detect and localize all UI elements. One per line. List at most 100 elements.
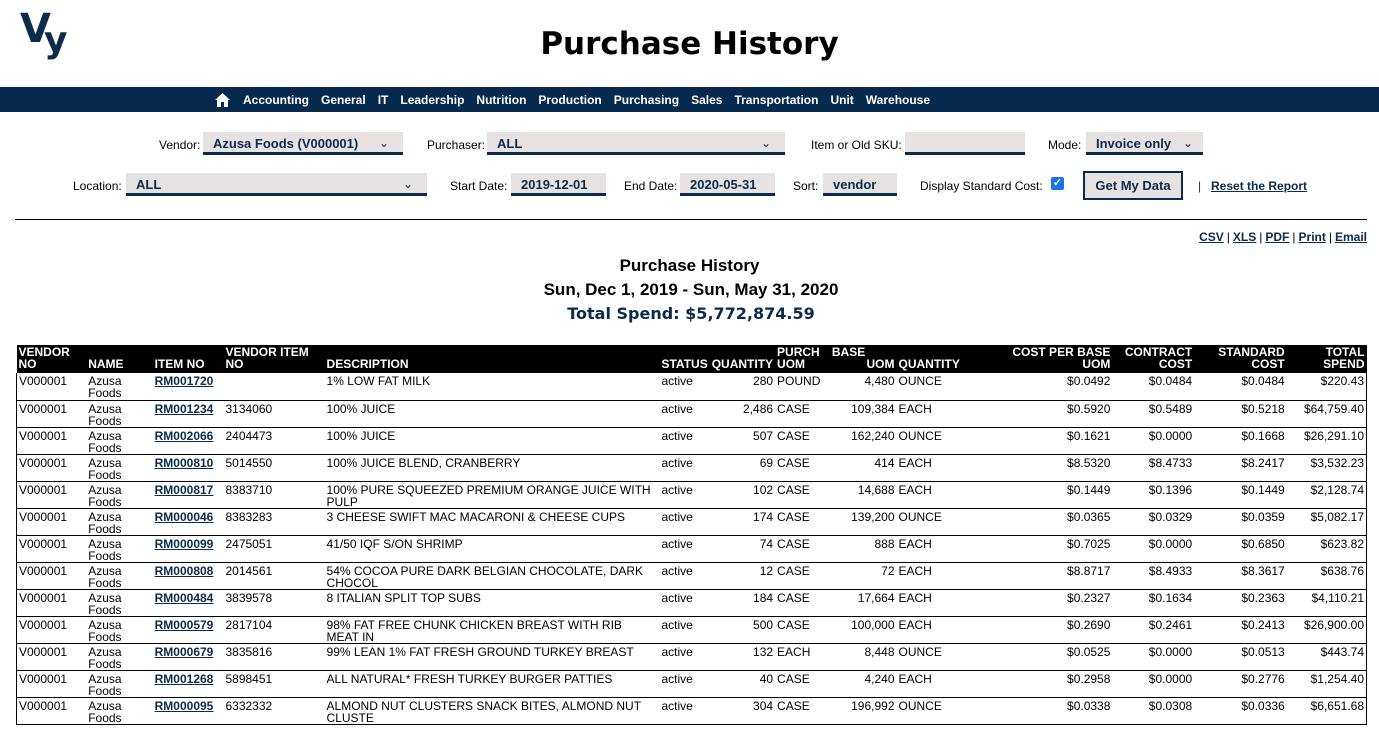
cell-purch-uom: CASE (775, 535, 830, 563)
export-email-link[interactable]: Email (1335, 230, 1367, 244)
cell-vendor-no: V000001 (16, 589, 87, 617)
separator: | (1292, 230, 1296, 244)
purchase-history-table: VENDOR NO NAME ITEM NO VENDOR ITEM NO DESCRIPT… (16, 345, 1367, 725)
item-link[interactable]: RM000808 (155, 564, 214, 578)
item-link[interactable]: RM001268 (155, 672, 214, 686)
nav-item-transportation[interactable]: Transportation (734, 93, 818, 107)
home-icon[interactable] (214, 92, 231, 108)
cell-base-uom: 162,240 (829, 427, 897, 455)
nav-item-nutrition[interactable]: Nutrition (476, 93, 526, 107)
cell-total-spend: $4,110.21 (1286, 589, 1367, 617)
item-link[interactable]: RM000579 (155, 618, 214, 632)
cell-item-no: RM000095 (152, 697, 224, 725)
table-row: V000001 Azusa Foods RM000810 5014550 100% JU… (16, 454, 1367, 482)
cell-item-no: RM000484 (152, 589, 224, 617)
cell-vendor-item-no: 5898451 (223, 670, 325, 698)
cell-base-uom: 72 (829, 562, 897, 590)
nav-item-general[interactable]: General (321, 93, 366, 107)
vendor-select[interactable]: Azusa Foods (V000001) ⌄ (203, 132, 403, 155)
cell-quantity: 184 (709, 589, 776, 617)
cell-description: 100% JUICE (324, 427, 660, 455)
cell-cost-per-base-uom: $8.5320 (1005, 454, 1113, 482)
nav-item-production[interactable]: Production (538, 93, 601, 107)
start-date-input[interactable]: 2019-12-01 (511, 173, 606, 196)
cell-base-quantity: EACH (896, 616, 1006, 644)
end-date-input[interactable]: 2020-05-31 (680, 173, 775, 196)
cell-total-spend: $443.74 (1286, 643, 1367, 671)
export-print-link[interactable]: Print (1299, 230, 1326, 244)
item-link[interactable]: RM002066 (155, 429, 214, 443)
reset-report-link[interactable]: Reset the Report (1211, 179, 1307, 193)
item-link[interactable]: RM000817 (155, 483, 214, 497)
table-row: V000001 Azusa Foods RM002066 2404473 100% JU… (16, 427, 1367, 455)
column-header-line2: QUANTITY (711, 357, 774, 371)
cell-description: 3 CHEESE SWIFT MAC MACARONI & CHEESE CUP… (324, 508, 660, 536)
cell-description: 54% COCOA PURE DARK BELGIAN CHOCOLATE, D… (324, 562, 660, 590)
cell-quantity: 507 (709, 427, 776, 455)
item-link[interactable]: RM000484 (155, 591, 214, 605)
item-link[interactable]: RM000099 (155, 537, 214, 551)
end-date-value: 2020-05-31 (690, 177, 757, 192)
nav-item-unit[interactable]: Unit (830, 93, 853, 107)
item-link[interactable]: RM001234 (155, 402, 214, 416)
std-cost-checkbox[interactable]: ✓ (1051, 177, 1064, 190)
cell-cost-per-base-uom: $8.8717 (1005, 562, 1113, 590)
cell-quantity: 132 (709, 643, 776, 671)
location-select-value: ALL (136, 177, 162, 192)
cell-contract-cost: $0.0484 (1112, 373, 1195, 401)
cell-base-quantity: OUNCE (896, 643, 1006, 671)
nav-item-purchasing[interactable]: Purchasing (614, 93, 679, 107)
purchaser-select[interactable]: ALL ⌄ (487, 132, 785, 155)
column-header: CONTRACT COST (1112, 345, 1195, 373)
column-header: STANDARD COST (1194, 345, 1287, 373)
cell-base-quantity: EACH (896, 562, 1006, 590)
cell-vendor-no: V000001 (16, 643, 87, 671)
cell-description: ALMOND NUT CLUSTERS SNACK BITES, ALMOND … (324, 697, 660, 725)
cell-vendor-no: V000001 (16, 400, 87, 428)
export-pdf-link[interactable]: PDF (1265, 230, 1289, 244)
cell-vendor-no: V000001 (16, 562, 87, 590)
cell-purch-uom: CASE (775, 616, 830, 644)
cell-purch-uom: CASE (775, 508, 830, 536)
mode-select[interactable]: Invoice only ⌄ (1086, 132, 1203, 155)
item-link[interactable]: RM000046 (155, 510, 214, 524)
report-title: Purchase History (619, 256, 760, 275)
cell-name: Azusa Foods (86, 508, 153, 536)
cell-base-quantity: EACH (896, 535, 1006, 563)
location-select[interactable]: ALL ⌄ (126, 173, 427, 196)
cell-item-no: RM000817 (152, 481, 224, 509)
cell-vendor-item-no: 3835816 (223, 643, 325, 671)
cell-contract-cost: $8.4933 (1112, 562, 1195, 590)
cell-contract-cost: $0.1396 (1112, 481, 1195, 509)
cell-standard-cost: $0.6850 (1194, 535, 1287, 563)
column-header: TOTAL SPEND (1286, 345, 1367, 373)
nav-item-sales[interactable]: Sales (691, 93, 722, 107)
column-header: QUANTITY (709, 345, 776, 373)
cell-description: 99% LEAN 1% FAT FRESH GROUND TURKEY BREA… (324, 643, 660, 671)
cell-contract-cost: $0.1634 (1112, 589, 1195, 617)
item-link[interactable]: RM000095 (155, 699, 214, 713)
item-link[interactable]: RM001720 (155, 374, 214, 388)
cell-quantity: 500 (709, 616, 776, 644)
cell-vendor-item-no: 3839578 (223, 589, 325, 617)
cell-cost-per-base-uom: $0.1449 (1005, 481, 1113, 509)
get-my-data-button[interactable]: Get My Data (1083, 171, 1183, 200)
nav-item-leadership[interactable]: Leadership (400, 93, 464, 107)
nav-item-it[interactable]: IT (378, 93, 389, 107)
nav-item-warehouse[interactable]: Warehouse (866, 93, 930, 107)
cell-status: active (659, 670, 710, 698)
cell-standard-cost: $8.3617 (1194, 562, 1287, 590)
export-xls-link[interactable]: XLS (1233, 230, 1256, 244)
export-csv-link[interactable]: CSV (1199, 230, 1224, 244)
column-header: DESCRIPTION (324, 345, 660, 373)
item-link[interactable]: RM000679 (155, 645, 214, 659)
cell-base-quantity: EACH (896, 400, 1006, 428)
sort-select[interactable]: vendor (823, 173, 897, 196)
location-label: Location: (73, 179, 122, 193)
item-link[interactable]: RM000810 (155, 456, 214, 470)
cell-base-uom: 4,240 (829, 670, 897, 698)
chevron-down-icon: ⌄ (760, 136, 771, 150)
nav-item-accounting[interactable]: Accounting (243, 93, 309, 107)
cell-description: 98% FAT FREE CHUNK CHICKEN BREAST WITH R… (324, 616, 660, 644)
sku-input[interactable] (905, 132, 1025, 155)
